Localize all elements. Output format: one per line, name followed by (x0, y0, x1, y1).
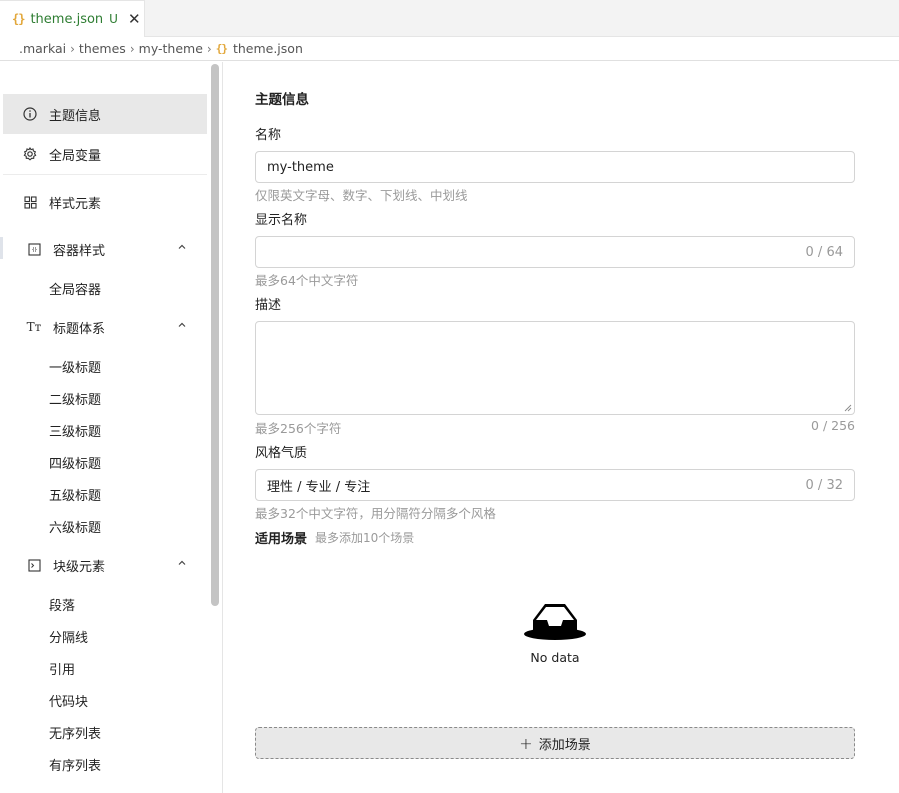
name-hint: 仅限英文字母、数字、下划线、中划线 (255, 188, 468, 203)
chevron-right-icon: › (129, 41, 135, 56)
breadcrumb-item[interactable]: .markai (19, 41, 66, 56)
sidebar-group-container-styles[interactable]: 容器样式 (3, 229, 207, 269)
display-name-count: 0 / 64 (805, 244, 843, 260)
breadcrumb-item[interactable]: my-theme (139, 41, 203, 56)
chevron-right-icon: › (70, 41, 75, 56)
sidebar-subitem-unordered-list[interactable]: 无序列表 (49, 723, 101, 742)
description-textarea[interactable] (255, 321, 855, 415)
empty-state-text: No data (530, 650, 580, 665)
sidebar-subitem-h6[interactable]: 六级标题 (49, 517, 101, 536)
scene-hint: 最多添加10个场景 (315, 531, 415, 545)
sidebar-item-global-vars[interactable]: 全局变量 (3, 134, 207, 174)
sidebar-subitem-h4[interactable]: 四级标题 (49, 453, 101, 472)
sidebar-item-label: 主题信息 (49, 108, 102, 124)
sidebar: 主题信息 全局变量 样式元素 容器样式 全局容器 Tт 标题体系 一级标题 二级… (0, 62, 223, 793)
sidebar-item-label: 样式元素 (49, 196, 102, 212)
plus-icon: + (519, 733, 533, 753)
name-label: 名称 (255, 128, 282, 143)
description-label: 描述 (255, 298, 282, 313)
braces-icon: {} (215, 42, 228, 55)
braces-icon: {} (12, 12, 25, 26)
resize-grip-icon[interactable] (844, 404, 852, 412)
sidebar-item-style-elements[interactable]: 样式元素 (3, 182, 207, 222)
style-label: 风格气质 (255, 446, 308, 461)
terminal-box-icon (26, 557, 42, 573)
text-size-icon: Tт (26, 320, 42, 334)
chevron-up-icon[interactable] (177, 241, 187, 256)
description-count: 0 / 256 (811, 418, 855, 433)
add-scene-label: 添加场景 (538, 737, 591, 753)
sidebar-item-label: 标题体系 (53, 321, 106, 337)
tab-label: theme.json (30, 11, 104, 27)
display-name-hint: 最多64个中文字符 (255, 273, 359, 288)
sidebar-subitem-global-container[interactable]: 全局容器 (49, 279, 101, 298)
gear-icon (22, 146, 38, 162)
section-title: 主题信息 (255, 92, 309, 108)
container-icon (26, 241, 42, 257)
sidebar-group-block-elements[interactable]: 块级元素 (3, 545, 207, 585)
sidebar-item-theme-info[interactable]: 主题信息 (3, 94, 207, 134)
sidebar-item-label: 块级元素 (53, 559, 106, 575)
sidebar-subitem-h1[interactable]: 一级标题 (49, 357, 101, 376)
name-input-value: my-theme (267, 159, 334, 175)
sidebar-subitem-h2[interactable]: 二级标题 (49, 389, 101, 408)
style-hint: 最多32个中文字符，用分隔符分隔多个风格 (255, 506, 496, 521)
sidebar-scrollbar[interactable] (211, 64, 219, 606)
scene-label: 适用场景 (255, 532, 308, 547)
theme-info-form: 主题信息 名称 my-theme 仅限英文字母、数字、下划线、中划线 显示名称 … (224, 62, 899, 793)
display-name-label: 显示名称 (255, 213, 308, 228)
breadcrumb: .markai › themes › my-theme › {} theme.j… (0, 37, 899, 61)
grid-icon (22, 194, 38, 210)
style-input[interactable]: 理性 / 专业 / 专注 0 / 32 (255, 469, 855, 501)
sidebar-subitem-ordered-list[interactable]: 有序列表 (49, 755, 101, 774)
sidebar-item-label: 全局变量 (49, 148, 102, 164)
sidebar-subitem-h5[interactable]: 五级标题 (49, 485, 101, 504)
display-name-input[interactable]: 0 / 64 (255, 236, 855, 268)
editor-tab-bar: {} theme.json U ✕ (0, 0, 899, 37)
breadcrumb-item[interactable]: themes (79, 41, 126, 56)
name-input[interactable]: my-theme (255, 151, 855, 183)
tab-theme-json[interactable]: {} theme.json U ✕ (0, 0, 145, 37)
sidebar-nav: 主题信息 全局变量 样式元素 容器样式 全局容器 Tт 标题体系 一级标题 二级… (0, 62, 207, 793)
sidebar-subitem-h3[interactable]: 三级标题 (49, 421, 101, 440)
sidebar-group-heading-system[interactable]: Tт 标题体系 (3, 307, 207, 347)
sidebar-subitem-quote[interactable]: 引用 (49, 659, 75, 678)
close-icon[interactable]: ✕ (128, 10, 141, 28)
add-scene-button[interactable]: + 添加场景 (255, 727, 855, 759)
empty-inbox-icon (524, 604, 586, 640)
description-hint: 最多256个字符 (255, 421, 342, 436)
chevron-up-icon[interactable] (177, 557, 187, 572)
sidebar-subitem-divider[interactable]: 分隔线 (49, 627, 88, 646)
empty-state: No data (504, 600, 606, 665)
divider (3, 174, 207, 175)
sidebar-subitem-code-block[interactable]: 代码块 (49, 691, 88, 710)
chevron-up-icon[interactable] (177, 319, 187, 334)
style-input-value: 理性 / 专业 / 专注 (267, 479, 371, 495)
sidebar-item-label: 容器样式 (53, 243, 106, 259)
breadcrumb-file[interactable]: theme.json (233, 41, 303, 56)
untracked-badge: U (109, 12, 118, 26)
sidebar-subitem-paragraph[interactable]: 段落 (49, 595, 75, 614)
style-count: 0 / 32 (805, 477, 843, 493)
info-icon (22, 106, 38, 122)
chevron-right-icon: › (206, 41, 212, 56)
